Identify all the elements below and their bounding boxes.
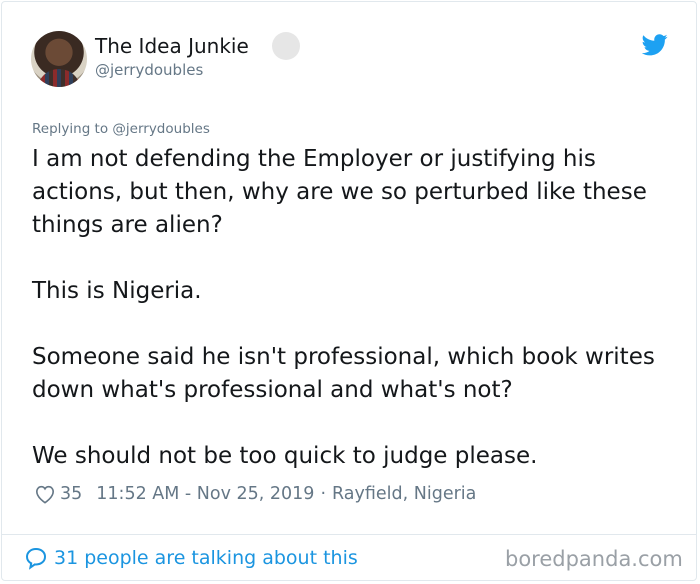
replying-to[interactable]: Replying to @jerrydoubles [32,121,210,137]
tweet-text: I am not defending the Employer or justi… [32,143,672,473]
tweet-meta: 35 11:52 AM - Nov 25, 2019 · Rayfield, N… [34,484,476,504]
tweet-paragraph: This is Nigeria. [32,278,202,304]
location[interactable]: Rayfield, Nigeria [332,484,476,504]
avatar-shirt [37,69,81,87]
speech-bubble-icon [25,547,47,570]
avatar[interactable] [31,31,87,87]
like-count: 35 [60,484,83,504]
footer-divider [1,534,697,535]
heart-icon[interactable] [34,484,56,504]
user-handle[interactable]: @jerrydoubles [95,61,203,79]
watermark: boredpanda.com [505,547,683,571]
timestamp[interactable]: 11:52 AM - Nov 25, 2019 [96,484,314,504]
display-name[interactable]: The Idea Junkie [95,34,249,58]
tweet-paragraph: Someone said he isn't professional, whic… [32,344,655,403]
conversation-link[interactable]: 31 people are talking about this [24,546,358,570]
twitter-bird-icon[interactable] [642,34,668,56]
verified-badge [272,32,300,60]
tweet-paragraph: I am not defending the Employer or justi… [32,146,647,238]
conversation-text: 31 people are talking about this [54,547,358,569]
tweet-paragraph: We should not be too quick to judge plea… [32,443,538,469]
meta-separator: · [320,484,327,504]
